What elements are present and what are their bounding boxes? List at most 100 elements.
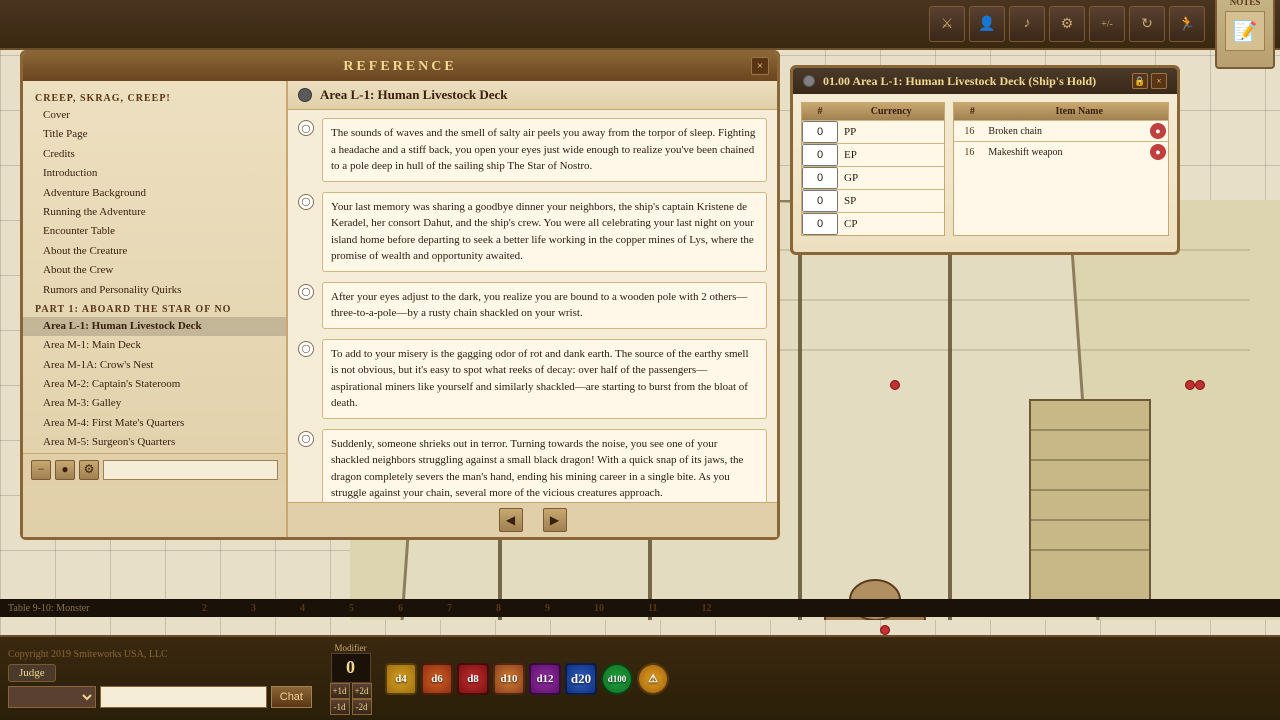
toc-search-input[interactable] xyxy=(103,460,278,480)
toc-item-creature[interactable]: About the Creature xyxy=(23,242,286,261)
toc-item-m4[interactable]: Area M-4: First Mate's Quarters xyxy=(23,414,286,433)
toc-item-encounter[interactable]: Encounter Table xyxy=(23,222,286,241)
dice-d10-button[interactable]: d10 xyxy=(493,663,525,695)
item-num-2: 16 xyxy=(954,145,984,160)
currency-table-header: # Currency xyxy=(802,103,944,120)
reference-title: REFERENCE xyxy=(343,59,456,75)
dice-d100-button[interactable]: d100 xyxy=(601,663,633,695)
modifier-plus2d[interactable]: +2d xyxy=(352,683,372,699)
dice-d8-button[interactable]: d8 xyxy=(457,663,489,695)
area-panel-titlebar: 01.00 Area L-1: Human Livestock Deck (Sh… xyxy=(793,68,1177,94)
dice-d6-button[interactable]: d6 xyxy=(421,663,453,695)
map-number: 8 xyxy=(496,603,501,614)
area-panel-close[interactable]: × xyxy=(1151,73,1167,89)
toc-item-crew[interactable]: About the Crew xyxy=(23,261,286,280)
toc-item-m1a[interactable]: Area M-1A: Crow's Nest xyxy=(23,356,286,375)
item-table: # Item Name 16 Broken chain ● 16 Makeshi… xyxy=(953,102,1169,236)
map-number: 4 xyxy=(300,603,305,614)
toc-item-running[interactable]: Running the Adventure xyxy=(23,203,286,222)
story-icon-5: ◯ xyxy=(298,431,314,447)
currency-row-gp: GP xyxy=(802,166,944,189)
bottom-bar: Copyright 2019 Smiteworks USA, LLC Judge… xyxy=(0,635,1280,720)
dice-d20-button[interactable]: d20 xyxy=(565,663,597,695)
map-number: 12 xyxy=(701,603,711,614)
nav-prev-button[interactable]: ◀ xyxy=(499,508,523,532)
modifier-minus1d[interactable]: -1d xyxy=(330,699,350,715)
story-text-5: Suddenly, someone shrieks out in terror.… xyxy=(322,429,767,503)
item-num-1: 16 xyxy=(954,124,984,139)
area-panel-lock[interactable]: 🔒 xyxy=(1132,73,1148,89)
toc-item-l1[interactable]: Area L-1: Human Livestock Deck xyxy=(23,317,286,336)
toolbar-btn-sword[interactable]: ⚔ xyxy=(929,6,965,42)
toc-item-m1[interactable]: Area M-1: Main Deck xyxy=(23,336,286,355)
currency-row-sp: SP xyxy=(802,189,944,212)
toc-zoom-in[interactable]: ● xyxy=(55,460,75,480)
toc-item-m3[interactable]: Area M-3: Galley xyxy=(23,394,286,413)
map-number: 2 xyxy=(202,603,207,614)
toolbar-btn-character2[interactable]: 🏃 xyxy=(1169,6,1205,42)
currency-label-cp: CP xyxy=(838,215,944,233)
map-marker xyxy=(1195,380,1205,390)
toc-item-m2[interactable]: Area M-2: Captain's Stateroom xyxy=(23,375,286,394)
currency-row-ep: EP xyxy=(802,143,944,166)
chat-select[interactable] xyxy=(8,686,96,708)
modifier-plus1d[interactable]: +1d xyxy=(330,683,350,699)
dice-warning-button[interactable]: ⚠ xyxy=(637,663,669,695)
toolbar-btn-refresh[interactable]: ↻ xyxy=(1129,6,1165,42)
toolbar-btn-settings[interactable]: ⚙ xyxy=(1049,6,1085,42)
toc-item-rumors[interactable]: Rumors and Personality Quirks xyxy=(23,281,286,300)
modifier-minus2d[interactable]: -2d xyxy=(352,699,372,715)
toc-item-introduction[interactable]: Introduction xyxy=(23,164,286,183)
chat-input-row: Chat xyxy=(8,686,312,708)
currency-header-label: Currency xyxy=(838,103,944,120)
story-icon-4: ◯ xyxy=(298,341,314,357)
toc-panel: CREEP, SKRAG, CREEP! Cover Title Page Cr… xyxy=(23,81,288,537)
modifier-box: Modifier 0 +1d +2d -1d -2d xyxy=(328,643,373,715)
modifier-btn-row-top: +1d +2d xyxy=(330,683,372,699)
currency-input-gp[interactable] xyxy=(802,167,838,189)
story-text-3: After your eyes adjust to the dark, you … xyxy=(322,282,767,329)
area-title: Area L-1: Human Livestock Deck xyxy=(320,87,508,103)
story-block-3: ◯ After your eyes adjust to the dark, yo… xyxy=(298,282,767,329)
main-panel-content: ◯ The sounds of waves and the smell of s… xyxy=(288,110,777,502)
currency-input-ep[interactable] xyxy=(802,144,838,166)
modifier-btn-row-bot: -1d -2d xyxy=(330,699,372,715)
item-name-2: Makeshift weapon xyxy=(984,145,1148,160)
item-delete-2[interactable]: ● xyxy=(1150,144,1166,160)
toc-zoom-out[interactable]: − xyxy=(31,460,51,480)
map-number: 6 xyxy=(398,603,403,614)
dice-d12-button[interactable]: d12 xyxy=(529,663,561,695)
currency-input-sp[interactable] xyxy=(802,190,838,212)
story-text-2: Your last memory was sharing a goodbye d… xyxy=(322,192,767,272)
toc-item-m5[interactable]: Area M-5: Surgeon's Quarters xyxy=(23,433,286,452)
toolbar-btn-music[interactable]: ♪ xyxy=(1009,6,1045,42)
chat-button[interactable]: Chat xyxy=(271,686,312,708)
toc-item-adventurebg[interactable]: Adventure Background xyxy=(23,184,286,203)
map-marker xyxy=(880,625,890,635)
item-delete-1[interactable]: ● xyxy=(1150,123,1166,139)
chat-input[interactable] xyxy=(100,686,267,708)
toc-item-cover[interactable]: Cover xyxy=(23,106,286,125)
dice-d4-button[interactable]: d4 xyxy=(385,663,417,695)
map-number: 10 xyxy=(594,603,604,614)
reference-close-button[interactable]: × xyxy=(751,57,769,75)
story-block-2: ◯ Your last memory was sharing a goodbye… xyxy=(298,192,767,272)
currency-input-pp[interactable] xyxy=(802,121,838,143)
map-number: 5 xyxy=(349,603,354,614)
toolbar-btn-plusminus[interactable]: +/- xyxy=(1089,6,1125,42)
reference-window: REFERENCE × CREEP, SKRAG, CREEP! Cover T… xyxy=(20,50,780,540)
currency-input-cp[interactable] xyxy=(802,213,838,235)
notes-panel[interactable]: NOTES 📝 xyxy=(1215,0,1275,69)
toc-item-credits[interactable]: Credits xyxy=(23,145,286,164)
item-header-name: Item Name xyxy=(990,103,1168,120)
modifier-value: 0 xyxy=(331,653,371,683)
toolbar-btn-character[interactable]: 👤 xyxy=(969,6,1005,42)
nav-next-button[interactable]: ▶ xyxy=(543,508,567,532)
judge-badge: Judge xyxy=(8,664,56,682)
area-panel-title: 01.00 Area L-1: Human Livestock Deck (Sh… xyxy=(823,74,1129,89)
toc-item-titlepage[interactable]: Title Page xyxy=(23,125,286,144)
currency-header-num: # xyxy=(802,103,838,120)
story-text-1: The sounds of waves and the smell of sal… xyxy=(322,118,767,182)
toc-settings[interactable]: ⚙ xyxy=(79,460,99,480)
story-icon-2: ◯ xyxy=(298,194,314,210)
